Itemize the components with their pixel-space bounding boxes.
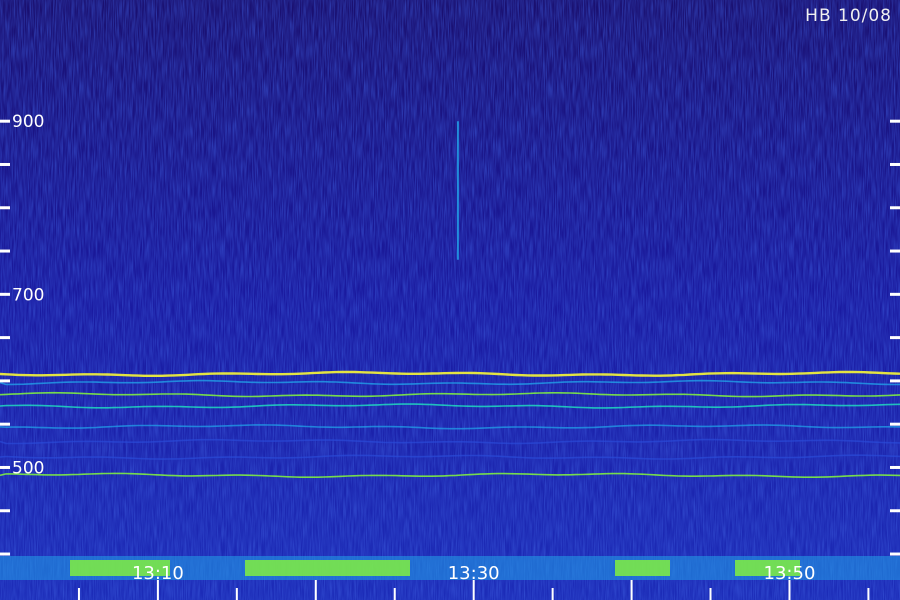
x-tick-label-1350: 13:50 [764,563,816,584]
noise-burst-1 [245,560,410,576]
chart-title: HB 10/08 [805,6,892,26]
y-tick-label-700: 700 [12,285,44,305]
spectrogram-noise [0,0,900,600]
noise-burst-2 [615,560,670,576]
x-tick-label-1310: 13:10 [132,563,184,584]
y-tick-label-500: 500 [12,458,44,478]
spectrogram-chart: 500 700 900 13:10 13:30 13:50 [0,0,900,600]
y-tick-label-900: 900 [12,112,44,132]
x-tick-label-1330: 13:30 [448,563,500,584]
